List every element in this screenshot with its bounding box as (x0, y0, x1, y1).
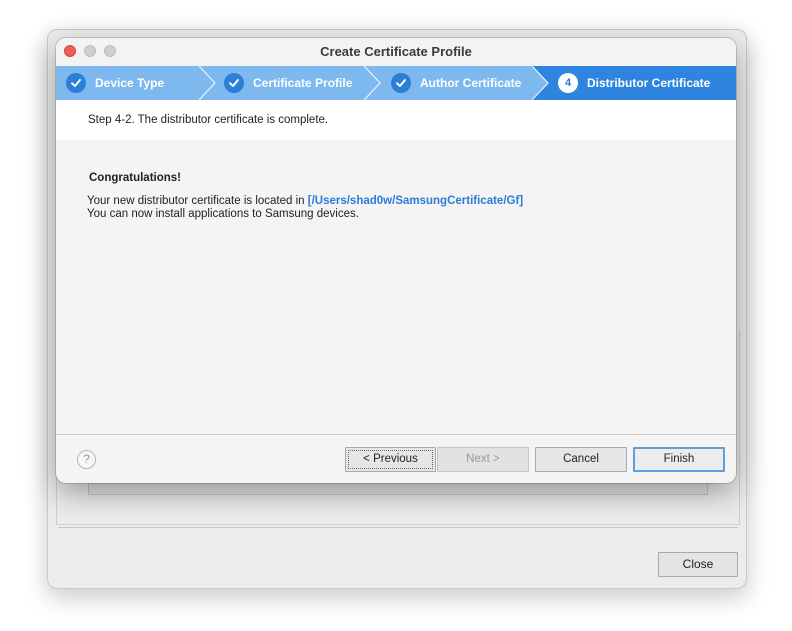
certificate-path: [/Users/shad0w/SamsungCertificate/Gf] (307, 195, 524, 207)
window-minimize-icon (84, 45, 96, 57)
dialog-title: Create Certificate Profile (320, 44, 472, 59)
step-label: Device Type (95, 76, 165, 90)
step-label: Distributor Certificate (587, 76, 711, 90)
title-bar: Create Certificate Profile (56, 38, 736, 66)
checkmark-circle-icon (391, 73, 411, 93)
step-header: Step 4-2. The distributor certificate is… (56, 100, 736, 140)
focus-ring (348, 450, 433, 469)
close-button[interactable]: Close (658, 552, 738, 577)
cancel-button[interactable]: Cancel (535, 447, 627, 472)
step-certificate-profile: Certificate Profile (224, 66, 352, 100)
checkmark-circle-icon (66, 73, 86, 93)
create-certificate-dialog: Create Certificate Profile Device Type C… (56, 38, 736, 483)
next-button[interactable]: Next > (437, 447, 529, 472)
congratulations-heading: Congratulations! (89, 172, 181, 184)
install-note: You can now install applications to Sams… (87, 208, 359, 220)
step-label: Author Certificate (420, 76, 522, 90)
wizard-steps: Device Type Certificate Profile Author C… (56, 66, 736, 100)
step-author-certificate: Author Certificate (391, 66, 521, 100)
step-label: Certificate Profile (253, 76, 353, 90)
window-maximize-icon (104, 45, 116, 57)
step-description: Step 4-2. The distributor certificate is… (88, 114, 329, 126)
step-device-type: Device Type (66, 66, 164, 100)
question-circle-icon[interactable]: ? (77, 450, 96, 469)
checkmark-circle-icon (224, 73, 244, 93)
wizard-content: Congratulations! Your new distributor ce… (56, 140, 736, 434)
location-prefix: Your new distributor certificate is loca… (87, 195, 308, 207)
step-separator-icon (198, 66, 216, 100)
step-separator-icon (530, 66, 549, 100)
finish-button[interactable]: Finish (633, 447, 725, 472)
step-separator-icon (363, 66, 381, 100)
dialog-footer: ? < Previous Next > Cancel Finish (56, 435, 736, 483)
previous-button[interactable]: < Previous (345, 447, 436, 472)
step-distributor-certificate: 4 Distributor Certificate (558, 66, 710, 100)
window-close-icon[interactable] (64, 45, 76, 57)
certificate-location-text: Your new distributor certificate is loca… (87, 195, 523, 207)
step-number-badge: 4 (558, 73, 578, 93)
background-separator (58, 527, 738, 528)
